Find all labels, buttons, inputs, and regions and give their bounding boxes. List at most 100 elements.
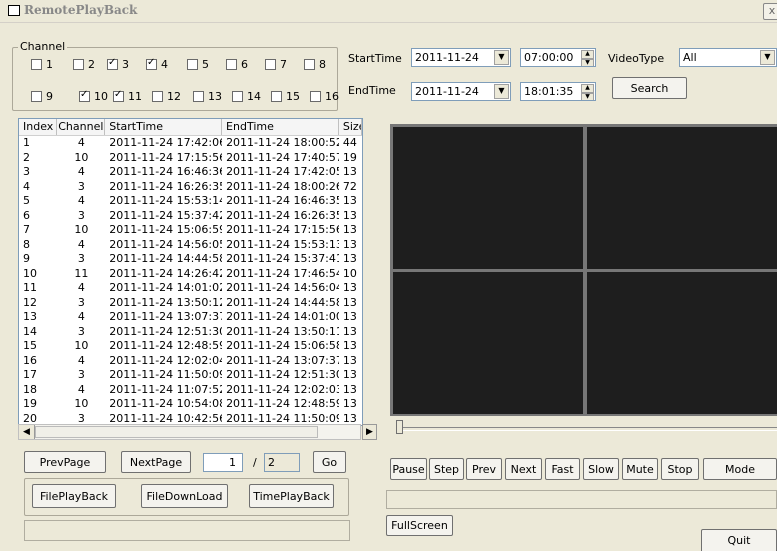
channel-checkbox-11[interactable]: 11 (113, 89, 142, 103)
table-row[interactable]: 9 3 2011-11-24 14:44:58 2011-11-24 15:37:41… (19, 252, 362, 267)
start-time-stepper[interactable]: 07:00:00 ▲ ▼ (520, 48, 596, 67)
channel-checkbox-1[interactable]: 1 (31, 57, 53, 71)
video-pane-2[interactable] (587, 127, 777, 269)
checkbox-unchecked-icon[interactable] (31, 58, 42, 70)
page-number-input[interactable]: 1 (203, 453, 243, 472)
channel-checkbox-7[interactable]: 7 (265, 57, 287, 71)
table-row[interactable]: 6 3 2011-11-24 15:37:42 2011-11-24 16:26:35… (19, 209, 362, 224)
stop-button[interactable]: Stop (661, 458, 699, 480)
next-page-button[interactable]: NextPage (121, 451, 191, 473)
fullscreen-button[interactable]: FullScreen (386, 515, 453, 536)
checkbox-unchecked-icon[interactable] (193, 90, 204, 102)
channel-checkbox-6[interactable]: 6 (226, 57, 248, 71)
table-row[interactable]: 1 4 2011-11-24 17:42:06 2011-11-24 18:00:52… (19, 136, 362, 151)
table-row[interactable]: 8 4 2011-11-24 14:56:05 2011-11-24 15:53:13… (19, 238, 362, 253)
table-row[interactable]: 14 3 2011-11-24 12:51:30 2011-11-24 13:50:1… (19, 325, 362, 340)
table-row[interactable]: 18 4 2011-11-24 11:07:52 2011-11-24 12:02:0… (19, 383, 362, 398)
table-row[interactable]: 7 10 2011-11-24 15:06:59 2011-11-24 17:15:5… (19, 223, 362, 238)
channel-checkbox-13[interactable]: 13 (193, 89, 222, 103)
channel-checkbox-12[interactable]: 12 (152, 89, 181, 103)
file-table[interactable]: Index Channel StartTime EndTime Size 142… (18, 118, 363, 426)
end-time-stepper[interactable]: 18:01:35 ▲ ▼ (520, 82, 596, 101)
channel-checkbox-5[interactable]: 5 (187, 57, 209, 71)
time-playback-button[interactable]: TimePlayBack (249, 484, 334, 508)
checkbox-unchecked-icon[interactable] (31, 90, 42, 102)
checkbox-unchecked-icon[interactable] (226, 58, 237, 70)
table-row[interactable]: 10 11 2011-11-24 14:26:42 2011-11-24 17:46:… (19, 267, 362, 282)
video-type-select[interactable]: All ▼ (679, 48, 777, 67)
channel-checkbox-10[interactable]: 10 (79, 89, 108, 103)
slider-thumb[interactable] (396, 420, 403, 434)
close-button[interactable]: x (763, 3, 777, 20)
table-row[interactable]: 16 4 2011-11-24 12:02:04 2011-11-24 13:07:3… (19, 354, 362, 369)
header-channel[interactable]: Channel (57, 119, 106, 135)
table-cell: 10 (74, 397, 89, 410)
scroll-thumb[interactable] (35, 426, 318, 438)
checkbox-unchecked-icon[interactable] (73, 58, 84, 70)
table-cell: 18 (23, 382, 37, 396)
file-download-button[interactable]: FileDownLoad (141, 484, 228, 508)
table-row[interactable]: 17 3 2011-11-24 11:50:09 2011-11-24 12:51:3… (19, 368, 362, 383)
table-row[interactable]: 4 3 2011-11-24 16:26:35 2011-11-24 18:00:26… (19, 180, 362, 195)
checkbox-unchecked-icon[interactable] (304, 58, 315, 70)
chevron-down-icon[interactable]: ▼ (494, 84, 509, 99)
start-date-select[interactable]: 2011-11-24 ▼ (411, 48, 511, 67)
scroll-left-icon[interactable]: ◀ (19, 425, 35, 439)
header-end-time[interactable]: EndTime (222, 119, 339, 135)
table-row[interactable]: 3 4 2011-11-24 16:46:36 2011-11-24 17:42:05… (19, 165, 362, 180)
channel-checkbox-9[interactable]: 9 (31, 89, 53, 103)
checkbox-unchecked-icon[interactable] (271, 90, 282, 102)
video-pane-3[interactable] (393, 272, 583, 414)
prev-page-button[interactable]: PrevPage (24, 451, 106, 473)
table-row[interactable]: 12 3 2011-11-24 13:50:12 2011-11-24 14:44:5… (19, 296, 362, 311)
pause-button[interactable]: Pause (390, 458, 427, 480)
prev-button[interactable]: Prev (466, 458, 502, 480)
table-row[interactable]: 11 4 2011-11-24 14:01:02 2011-11-24 14:56:0… (19, 281, 362, 296)
checkbox-checked-icon[interactable] (113, 89, 124, 102)
channel-checkbox-3[interactable]: 3 (107, 57, 129, 71)
video-pane-4[interactable] (587, 272, 777, 414)
chevron-down-icon[interactable]: ▼ (494, 50, 509, 65)
checkbox-unchecked-icon[interactable] (310, 90, 321, 102)
channel-checkbox-14[interactable]: 14 (232, 89, 261, 103)
file-playback-button[interactable]: FilePlayBack (32, 484, 116, 508)
table-row[interactable]: 2 10 2011-11-24 17:15:56 2011-11-24 17:40:5… (19, 151, 362, 166)
scroll-right-icon[interactable]: ▶ (362, 424, 377, 440)
table-row[interactable]: 5 4 2011-11-24 15:53:14 2011-11-24 16:46:35… (19, 194, 362, 209)
header-index[interactable]: Index (19, 119, 58, 135)
mute-button[interactable]: Mute (622, 458, 658, 480)
table-row[interactable]: 19 10 2011-11-24 10:54:08 2011-11-24 12:48:… (19, 397, 362, 412)
fast-button[interactable]: Fast (545, 458, 580, 480)
header-size[interactable]: Size (339, 119, 362, 135)
channel-checkbox-15[interactable]: 15 (271, 89, 300, 103)
table-cell: 2011-11-24 15:06:58 (226, 339, 339, 352)
channel-checkbox-2[interactable]: 2 (73, 57, 95, 71)
table-row[interactable]: 15 10 2011-11-24 12:48:59 2011-11-24 15:06:… (19, 339, 362, 354)
checkbox-unchecked-icon[interactable] (265, 58, 276, 70)
search-button[interactable]: Search (612, 77, 687, 99)
table-row[interactable]: 13 4 2011-11-24 13:07:37 2011-11-24 14:01:0… (19, 310, 362, 325)
quit-button[interactable]: Quit (701, 529, 777, 551)
chevron-down-icon[interactable]: ▼ (760, 50, 775, 65)
slow-button[interactable]: Slow (583, 458, 619, 480)
spin-buttons-icon[interactable]: ▲ ▼ (581, 84, 594, 100)
checkbox-checked-icon[interactable] (79, 89, 90, 102)
checkbox-checked-icon[interactable] (146, 57, 157, 70)
header-start-time[interactable]: StartTime (105, 119, 223, 135)
spin-buttons-icon[interactable]: ▲ ▼ (581, 50, 594, 66)
mode-button[interactable]: Mode (703, 458, 777, 480)
checkbox-unchecked-icon[interactable] (187, 58, 198, 70)
step-button[interactable]: Step (429, 458, 464, 480)
channel-checkbox-8[interactable]: 8 (304, 57, 326, 71)
checkbox-unchecked-icon[interactable] (152, 90, 163, 102)
next-button[interactable]: Next (505, 458, 542, 480)
end-date-select[interactable]: 2011-11-24 ▼ (411, 82, 511, 101)
horizontal-scrollbar[interactable]: ◀ (18, 424, 361, 440)
channel-checkbox-16[interactable]: 16 (310, 89, 339, 103)
go-button[interactable]: Go (313, 451, 346, 473)
video-pane-1[interactable] (393, 127, 583, 269)
checkbox-unchecked-icon[interactable] (232, 90, 243, 102)
checkbox-checked-icon[interactable] (107, 57, 118, 70)
playback-slider[interactable] (392, 420, 777, 436)
channel-checkbox-4[interactable]: 4 (146, 57, 168, 71)
